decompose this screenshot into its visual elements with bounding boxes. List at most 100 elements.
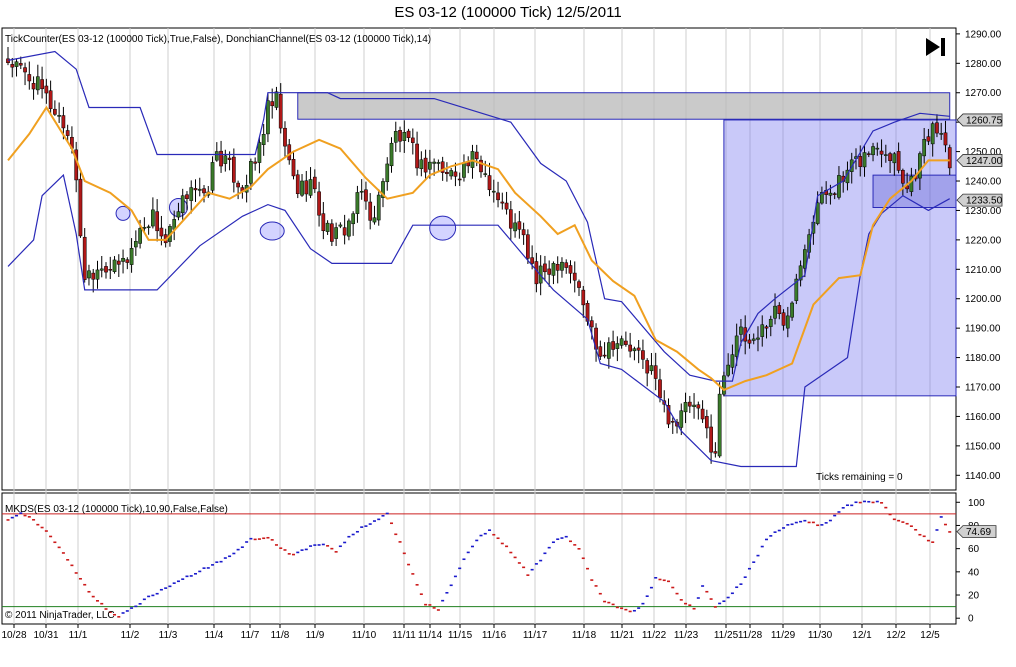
oscillator-dot (803, 519, 807, 522)
oscillator-dot (624, 608, 628, 611)
oscillator-dot (718, 602, 722, 605)
candle-down-body (636, 347, 641, 351)
candle-up-body (151, 209, 155, 227)
candle-up-body (338, 224, 343, 227)
oscillator-dot (666, 580, 670, 583)
candle-up-body (176, 211, 181, 218)
candle-down-body (577, 281, 581, 288)
oscillator-dot (760, 545, 764, 548)
candle-up-body (615, 343, 620, 349)
oscillator-dot (57, 546, 61, 549)
candle-up-body (351, 213, 356, 225)
y-tick-label: 1210.00 (965, 265, 1002, 276)
candle-up-body (432, 161, 436, 164)
oscillator-dot (777, 529, 781, 532)
x-tick-label: 12/1 (852, 630, 872, 641)
candle-down-body (18, 63, 23, 66)
oscillator-dot (10, 516, 14, 519)
oscillator-dot (364, 525, 368, 527)
oscillator-dot (692, 607, 696, 610)
oscillator-dot (790, 523, 794, 526)
oscillator-dot (274, 544, 278, 546)
oscillator-dot (100, 602, 104, 605)
y-tick-label: 1170.00 (965, 383, 1001, 394)
candle-down-body (568, 265, 573, 274)
candle-up-body (649, 365, 654, 372)
oscillator-dot (539, 559, 543, 562)
oscillator-dot (892, 518, 896, 521)
x-tick-label: 11/11 (392, 630, 416, 641)
oscillator-dot (820, 524, 824, 526)
candle-up-body (883, 154, 888, 156)
candle-up-body (385, 163, 390, 183)
candle-down-body (589, 320, 594, 328)
candle-down-body (602, 354, 607, 357)
oscillator-dot (611, 603, 615, 606)
candle-up-body (300, 180, 304, 196)
oscillator-dot (841, 507, 845, 509)
oscillator-dot (411, 573, 415, 575)
oscillator-dot (897, 519, 901, 522)
oscillator-dot (530, 568, 534, 571)
oscillator-dot (121, 612, 125, 614)
price-tag-label: 1260.75 (966, 115, 1003, 126)
x-tick-label: 11/25 (714, 630, 739, 641)
x-tick-label: 11/8 (271, 630, 290, 641)
y-tick-label: 1140.00 (965, 471, 1001, 482)
candle-down-body (415, 143, 419, 169)
oscillator-dot (134, 605, 138, 608)
oscillator-dot (66, 559, 70, 561)
oscillator-dot (236, 548, 240, 551)
candle-down-body (709, 426, 713, 453)
candle-down-body (534, 261, 539, 285)
oscillator-dot (684, 602, 688, 605)
oscillator-dot (628, 610, 632, 613)
oscillator-dot (513, 556, 517, 559)
y-tick-label: 1270.00 (965, 88, 1002, 99)
oscillator-dot (850, 504, 854, 507)
candle-up-body (768, 318, 773, 327)
oscillator-dot (726, 596, 730, 599)
candle-down-body (368, 201, 373, 221)
candle-down-body (564, 262, 569, 268)
candle-down-body (342, 227, 347, 236)
oscillator-dot (603, 600, 607, 603)
oscillator-dot (786, 524, 790, 526)
oscillator-dot (53, 541, 57, 544)
candle-down-body (866, 153, 871, 155)
oscillator-dot (330, 547, 334, 550)
oscillator-dot (6, 519, 10, 521)
candle-up-body (871, 146, 875, 156)
candle-down-body (159, 227, 164, 237)
oscillator-dot (573, 544, 577, 546)
candle-down-body (901, 169, 905, 184)
oscillator-dot (185, 575, 189, 578)
oscillator-dot (262, 537, 266, 540)
candle (78, 172, 83, 238)
oscillator-dot (833, 514, 837, 517)
candle-up-body (892, 153, 897, 164)
oscillator-dot (228, 555, 232, 558)
oscillator-dot (824, 522, 828, 524)
candle-down-body (91, 272, 96, 280)
candle-down-body (398, 130, 402, 142)
oscillator-dot (198, 570, 202, 573)
candle-up-body (95, 269, 100, 280)
candle-up-body (739, 326, 743, 335)
osc-y-tick-label: 40 (968, 567, 980, 578)
x-tick-label: 10/28 (1, 630, 26, 641)
oscillator-dot (279, 547, 283, 549)
x-tick-label: 11/16 (482, 630, 507, 641)
oscillator-dot (863, 500, 867, 503)
oscillator-dot (202, 567, 206, 569)
candle-up-body (828, 192, 833, 196)
candle-down-body (23, 67, 27, 73)
candle-up-body (249, 161, 253, 184)
oscillator-dot (505, 545, 509, 548)
oscillator-dot (756, 554, 760, 557)
candle-down-body (624, 340, 628, 345)
candle-up-body (717, 393, 722, 457)
candle-down-body (82, 236, 87, 280)
oscillator-dot (475, 539, 479, 542)
candle-down-body (61, 115, 66, 129)
